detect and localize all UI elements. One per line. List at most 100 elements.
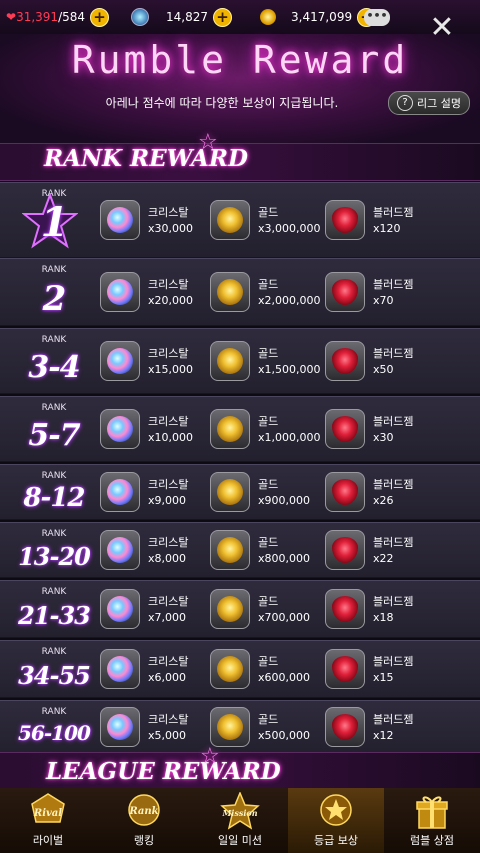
nav-ranking[interactable]: Rank 랭킹	[96, 788, 192, 853]
gem-icon	[325, 589, 365, 629]
crystal-icon	[100, 341, 140, 381]
gem-icon	[325, 530, 365, 570]
crystal-quantity: x6,000	[148, 671, 187, 684]
crystal-icon	[100, 530, 140, 570]
gold-quantity: x600,000	[258, 671, 310, 684]
league-help-button[interactable]: ? 리그 설명	[388, 91, 470, 115]
crystal-art	[107, 348, 133, 374]
gem-name: 블러드젬	[373, 536, 414, 549]
rank-label: RANK	[41, 265, 67, 275]
crystal-art	[107, 207, 133, 233]
crystal-name: 크리스탈	[148, 347, 189, 360]
gold-icon	[210, 341, 250, 381]
crystal-icon	[100, 472, 140, 512]
rank-reward-row: RANK 2 크리스탈 x20,000 골드 x2,000,000 블러드젬 x70	[0, 258, 480, 326]
question-icon: ?	[397, 95, 413, 111]
svg-text:Mission: Mission	[221, 808, 257, 818]
gem-name: 블러드젬	[373, 415, 414, 428]
rank-reward-row: RANK 56-100 크리스탈 x5,000 골드 x500,000 블러드젬 x12	[0, 700, 480, 754]
gem-icon	[325, 649, 365, 689]
gem-name: 블러드젬	[373, 478, 414, 491]
rank-value: 21-33	[18, 601, 91, 630]
gem-art	[332, 714, 358, 740]
gem-name: 블러드젬	[373, 347, 414, 360]
rank-value: 13-20	[18, 542, 91, 571]
crystal-counter: 14,827 +	[131, 7, 233, 27]
gem-name: 블러드젬	[373, 206, 414, 219]
gift-box-icon	[416, 796, 448, 829]
crystal-icon	[100, 272, 140, 312]
rank-value: 2	[42, 279, 67, 319]
gold-quantity: x2,000,000	[258, 294, 321, 307]
crystal-quantity: x15,000	[148, 363, 193, 376]
rank-reward-row: RANK 1 크리스탈 x30,000 골드 x3,000,000 블러드젬 x120	[0, 182, 480, 258]
gold-icon	[210, 589, 250, 629]
gold-name: 골드	[258, 415, 279, 428]
hearts-counter: ❤ 31,391/584 +	[6, 7, 110, 27]
nav-rumble-shop[interactable]: 럼블 상점	[384, 788, 480, 853]
rank-label: RANK	[41, 471, 67, 481]
crystal-art	[107, 537, 133, 563]
sparkle-star-icon: ☆	[200, 744, 220, 769]
add-hearts-button[interactable]: +	[90, 7, 110, 27]
crystal-icon	[100, 409, 140, 449]
gem-name: 블러드젬	[373, 278, 414, 291]
gem-art	[332, 348, 358, 374]
page-title: Rumble Reward	[71, 38, 409, 82]
hearts-max: /584	[58, 10, 86, 24]
close-icon[interactable]: ✕	[428, 13, 456, 43]
gold-name: 골드	[258, 347, 279, 360]
gold-art	[217, 416, 243, 442]
gem-name: 블러드젬	[373, 655, 414, 668]
gold-quantity: x900,000	[258, 494, 310, 507]
crystal-art	[107, 714, 133, 740]
nav-rival[interactable]: Rival 라이벌	[0, 788, 96, 853]
gem-icon	[325, 472, 365, 512]
league-reward-title: LEAGUE REWARD	[46, 758, 281, 785]
rank-value: 1	[40, 199, 69, 246]
gold-quantity: x3,000,000	[258, 222, 321, 235]
svg-text:Rival: Rival	[33, 808, 62, 819]
rank-reward-row: RANK 8-12 크리스탈 x9,000 골드 x900,000 블러드젬 x26	[0, 464, 480, 520]
gold-name: 골드	[258, 536, 279, 549]
nav-daily-mission[interactable]: Mission 일일 미션	[192, 788, 288, 853]
rank-reward-row: RANK 3-4 크리스탈 x15,000 골드 x1,500,000 블러드젬 x50	[0, 328, 480, 394]
nav-tier-reward[interactable]: 등급 보상	[288, 788, 384, 853]
gem-icon	[325, 272, 365, 312]
nav-rival-label: 라이벌	[32, 834, 64, 847]
rank-value: 8-12	[23, 483, 85, 513]
crystal-art	[107, 479, 133, 505]
gold-quantity: x700,000	[258, 611, 310, 624]
gem-quantity: x50	[373, 363, 394, 376]
chat-icon[interactable]: •••	[364, 9, 390, 26]
gold-quantity: x500,000	[258, 729, 310, 742]
gold-name: 골드	[258, 713, 279, 726]
rank-label: RANK	[41, 529, 67, 539]
rank-value: 3-4	[28, 350, 80, 385]
nav-ranking-label: 랭킹	[133, 834, 155, 847]
gold-icon	[210, 649, 250, 689]
gold-quantity: x1,000,000	[258, 431, 321, 444]
rank-reward-row: RANK 34-55 크리스탈 x6,000 골드 x600,000 블러드젬 x15	[0, 640, 480, 698]
svg-text:Rank: Rank	[128, 806, 158, 817]
gem-quantity: x18	[373, 611, 394, 624]
gold-art	[217, 207, 243, 233]
add-crystals-button[interactable]: +	[213, 7, 233, 27]
crystal-name: 크리스탈	[148, 536, 189, 549]
gem-art	[332, 656, 358, 682]
gem-art	[332, 479, 358, 505]
crystal-icon	[100, 649, 140, 689]
crystal-quantity: x10,000	[148, 431, 193, 444]
gold-art	[217, 596, 243, 622]
gold-quantity: x800,000	[258, 552, 310, 565]
bottom-nav: Rival 라이벌 Rank 랭킹 Mission 일일 미션 등급 보상 럼블…	[0, 788, 480, 853]
gold-icon	[210, 200, 250, 240]
gold-art	[217, 348, 243, 374]
league-help-label: 리그 설명	[417, 97, 461, 110]
rank-reward-row: RANK 5-7 크리스탈 x10,000 골드 x1,000,000 블러드젬 x30	[0, 396, 480, 462]
gem-art	[332, 207, 358, 233]
rank-label: RANK	[41, 647, 67, 657]
crystal-icon	[100, 200, 140, 240]
page-subtitle: 아레나 점수에 따라 다양한 보상이 지급됩니다.	[105, 96, 339, 110]
crystal-quantity: x7,000	[148, 611, 187, 624]
